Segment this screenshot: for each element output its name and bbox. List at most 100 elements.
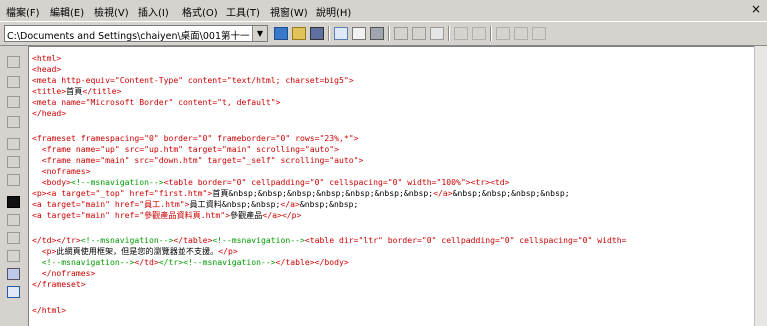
- code-token: 員工資料&nbsp;&nbsp;: [189, 199, 281, 209]
- toolbar-separator: [388, 26, 390, 41]
- code-token: <!--msnavigation-->: [70, 177, 164, 187]
- code-line[interactable]: <p>此網頁使用框架，但是您的瀏覽器並不支援。</p>: [32, 246, 238, 256]
- code-line[interactable]: <frame name="main" src="down.htm" target…: [32, 155, 364, 165]
- vertical-scrollbar[interactable]: [754, 46, 767, 326]
- code-line[interactable]: <head>: [32, 64, 61, 74]
- code-token: </head>: [32, 108, 67, 118]
- underline-icon[interactable]: [7, 96, 20, 108]
- brush-icon[interactable]: [7, 250, 20, 262]
- code-token: </table></body>: [275, 257, 349, 267]
- check-icon[interactable]: [7, 232, 20, 244]
- menu-bar: 檔案(F) 編輯(E) 檢視(V) 插入(I) 格式(O) 工具(T) 視窗(W…: [0, 0, 767, 22]
- code-token: <table dir="ltr" border="0" cellpadding=…: [304, 235, 627, 245]
- menu-window[interactable]: 視窗(W): [270, 4, 308, 19]
- code-line[interactable]: <frame name="up" src="up.htm" target="ma…: [32, 144, 339, 154]
- hand-icon[interactable]: [7, 174, 20, 186]
- code-editor[interactable]: <html> <head> <meta http-equiv="Content-Ty…: [28, 46, 754, 326]
- selected-view-icon[interactable]: [7, 286, 20, 298]
- code-line[interactable]: <a target="main" href="參觀產品資料頁.htm">參觀產品…: [32, 210, 301, 220]
- menu-file[interactable]: 檔案(F): [6, 4, 40, 19]
- code-line[interactable]: <title>首頁</title>: [32, 86, 121, 96]
- grid-icon[interactable]: [7, 214, 20, 226]
- indent-icon[interactable]: [472, 27, 486, 40]
- print-icon[interactable]: [370, 27, 384, 40]
- code-line[interactable]: <body><!--msnavigation--><table border="…: [32, 177, 510, 187]
- code-line[interactable]: <noframes>: [32, 166, 91, 176]
- frame-icon[interactable]: [7, 268, 20, 280]
- code-token: </p>: [218, 246, 238, 256]
- chevron-down-icon[interactable]: ▼: [252, 26, 267, 41]
- code-token: </frameset>: [32, 279, 86, 289]
- eraser-icon[interactable]: [7, 156, 20, 168]
- code-line[interactable]: </td></tr><!--msnavigation--></table><!-…: [32, 235, 627, 245]
- code-line[interactable]: <a target="main" href="員工.htm">員工資料&nbsp…: [32, 199, 358, 209]
- menu-view[interactable]: 檢視(V): [94, 4, 129, 19]
- toolbar-separator: [448, 26, 450, 41]
- code-token: </html>: [32, 305, 67, 315]
- code-line[interactable]: <frameset framespacing="0" border="0" fr…: [32, 133, 358, 143]
- code-line[interactable]: </frameset>: [32, 279, 86, 289]
- text-icon[interactable]: [7, 76, 20, 88]
- copy-icon[interactable]: [412, 27, 426, 40]
- code-line[interactable]: </head>: [32, 108, 66, 118]
- menu-insert[interactable]: 插入(I): [138, 4, 169, 19]
- menu-format[interactable]: 格式(O): [182, 4, 218, 19]
- code-token: </table>: [173, 235, 213, 245]
- pointer-icon[interactable]: [7, 56, 20, 68]
- folder-icon[interactable]: [292, 27, 306, 40]
- code-line[interactable]: </noframes>: [32, 268, 96, 278]
- file-path-value: C:\Documents and Settings\chaiyen\桌面\001…: [7, 31, 250, 42]
- menu-tools[interactable]: 工具(T): [226, 4, 260, 19]
- code-token: <a target="main" href="員工.htm">: [32, 199, 190, 209]
- insert-col-icon[interactable]: [514, 27, 528, 40]
- code-token: &nbsp;&nbsp;: [299, 199, 359, 209]
- code-token: 參觀產品: [229, 210, 263, 220]
- close-icon[interactable]: ×: [751, 2, 761, 16]
- code-token: </title>: [82, 86, 122, 96]
- save-icon[interactable]: [310, 27, 324, 40]
- code-token: <a target="main" href="參觀產品資料頁.htm">: [32, 210, 230, 220]
- open-folder-icon[interactable]: [274, 27, 288, 40]
- file-path-select[interactable]: C:\Documents and Settings\chaiyen\桌面\001…: [4, 25, 268, 42]
- preview-icon[interactable]: [334, 27, 348, 40]
- code-line[interactable]: <p><a target="_top" href="first.htm">首頁&…: [32, 188, 570, 198]
- menu-edit[interactable]: 編輯(E): [50, 4, 84, 19]
- code-token: </noframes>: [32, 268, 96, 278]
- code-line[interactable]: </html>: [32, 305, 66, 315]
- image-icon[interactable]: [7, 116, 20, 128]
- paste-icon[interactable]: [430, 27, 444, 40]
- code-line[interactable]: <meta http-equiv="Content-Type" content=…: [32, 75, 354, 85]
- menu-help[interactable]: 說明(H): [316, 4, 351, 19]
- code-line[interactable]: <html>: [32, 53, 61, 63]
- code-token: &nbsp;&nbsp;&nbsp;&nbsp;: [452, 188, 570, 198]
- code-token: <frameset framespacing="0" border="0" fr…: [32, 133, 359, 143]
- code-token: 此網頁使用框架，但是您的瀏覽器並不支援。: [56, 246, 219, 256]
- code-token: <body>: [32, 177, 71, 187]
- code-token: </a></p>: [262, 210, 302, 220]
- outdent-icon[interactable]: [454, 27, 468, 40]
- toolbar-separator: [490, 26, 492, 41]
- left-tool-panel: [0, 46, 28, 326]
- insert-row-icon[interactable]: [496, 27, 510, 40]
- code-token: <!--msnavigation-->: [32, 257, 135, 267]
- pencil-icon[interactable]: [7, 138, 20, 150]
- code-token: <noframes>: [32, 166, 91, 176]
- code-token: <p>: [32, 246, 57, 256]
- toolbar-separator: [328, 26, 330, 41]
- code-token: <meta http-equiv="Content-Type" content=…: [32, 75, 354, 85]
- cut-icon[interactable]: [394, 27, 408, 40]
- code-token: </td></tr>: [32, 235, 81, 245]
- table-icon[interactable]: [532, 27, 546, 40]
- toolbar: C:\Documents and Settings\chaiyen\桌面\001…: [0, 22, 767, 46]
- code-line[interactable]: <meta name="Microsoft Border" content="t…: [32, 97, 281, 107]
- code-token: </tr><!--msnavigation-->: [158, 257, 276, 267]
- code-token: <!--msnavigation-->: [212, 235, 305, 245]
- print-preview-icon[interactable]: [352, 27, 366, 40]
- code-token: <head>: [32, 64, 62, 74]
- find-icon[interactable]: [7, 196, 20, 208]
- code-line[interactable]: <!--msnavigation--></td></tr><!--msnavig…: [32, 257, 349, 267]
- code-token: </td>: [134, 257, 159, 267]
- code-token: <frame name="up" src="up.htm" target="ma…: [32, 144, 339, 154]
- code-token: <frame name="main" src="down.htm" target…: [32, 155, 364, 165]
- code-token: <p><a target="_top" href="first.htm">: [32, 188, 213, 198]
